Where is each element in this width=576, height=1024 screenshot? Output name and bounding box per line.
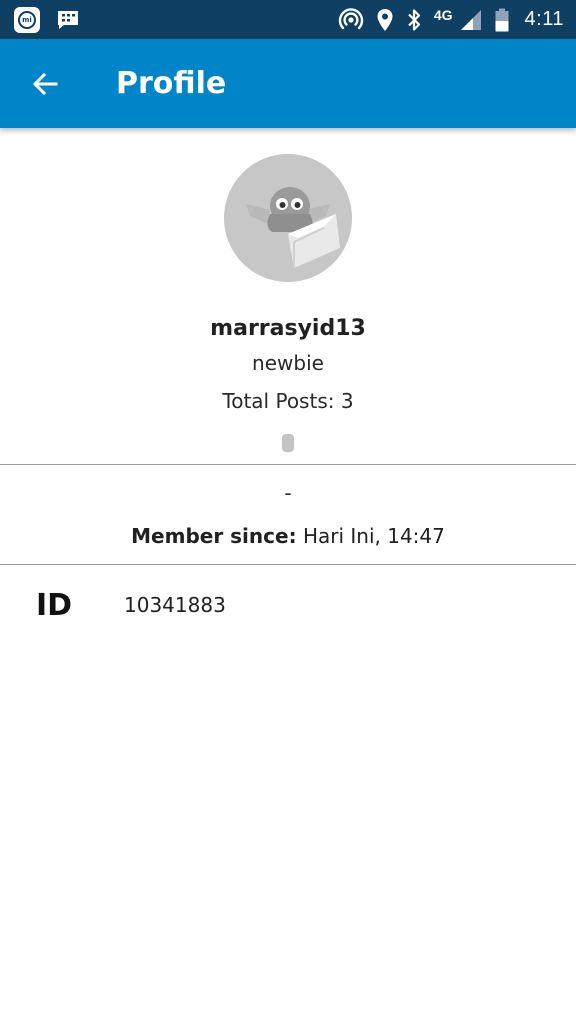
divider-bottom — [0, 564, 576, 565]
back-button[interactable] — [17, 56, 73, 112]
page-title: Profile — [116, 66, 227, 101]
battery-icon — [495, 8, 509, 31]
total-posts: Total Posts: 3 — [222, 389, 353, 413]
total-posts-label: Total Posts: — [222, 389, 335, 413]
member-info: - Member since: Hari Ini, 14:47 — [0, 465, 576, 564]
default-avatar-icon — [224, 154, 352, 282]
hotspot-icon — [338, 7, 364, 29]
bluetooth-icon — [408, 8, 420, 31]
status-bar: mi 4G 4:11 — [0, 0, 576, 39]
status-time: 4:11 — [524, 8, 564, 30]
username: marrasyid13 — [210, 316, 366, 341]
mi-notification-label: mi — [18, 10, 36, 29]
member-since: Member since: Hari Ini, 14:47 — [131, 524, 445, 548]
id-label: ID — [36, 587, 73, 623]
profile-header: marrasyid13 newbie Total Posts: 3 — [0, 128, 576, 464]
network-type-label: 4G — [433, 6, 453, 23]
arrow-back-icon — [32, 72, 58, 95]
member-since-label: Member since: — [131, 524, 297, 548]
signal-icon — [460, 9, 481, 30]
id-value: 10341883 — [124, 593, 226, 617]
app-bar: Profile — [0, 39, 576, 128]
id-row: ID 10341883 — [0, 585, 576, 625]
avatar[interactable] — [224, 154, 352, 282]
status-bar-left: mi — [14, 6, 96, 33]
bbm-icon — [58, 10, 78, 29]
status-bar-right: 4G 4:11 — [326, 7, 564, 33]
mi-notification-icon: mi — [14, 6, 40, 33]
total-posts-value: 3 — [340, 389, 354, 413]
custom-title: - — [284, 481, 292, 505]
location-icon — [377, 8, 393, 31]
member-since-value: Hari Ini, 14:47 — [302, 524, 445, 548]
reputation-indicator — [282, 434, 294, 452]
user-rank: newbie — [252, 351, 324, 375]
